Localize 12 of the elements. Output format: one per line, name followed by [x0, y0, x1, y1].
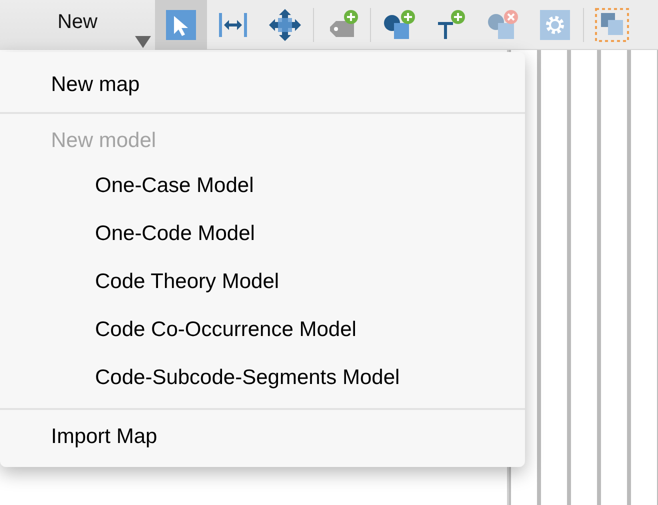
pointer-tool[interactable] — [155, 0, 207, 50]
overlapping-squares-icon — [594, 6, 630, 42]
submenu-item[interactable]: One-Code Model — [0, 210, 525, 258]
menu-header: New model — [50, 128, 158, 154]
menu-item[interactable]: New map — [0, 63, 525, 106]
submenu-item[interactable]: Code Co-Occurrence Model — [0, 306, 525, 354]
submenu-item[interactable]: Code-Subcode-Segments Model — [0, 354, 525, 402]
move-arrows-icon — [267, 6, 303, 42]
submenu-item[interactable]: One-Case Model — [0, 162, 525, 210]
submenu-item[interactable]: Code Theory Model — [0, 258, 525, 306]
caret-icon — [135, 36, 151, 48]
menu-item[interactable]: Import Map — [0, 415, 525, 458]
